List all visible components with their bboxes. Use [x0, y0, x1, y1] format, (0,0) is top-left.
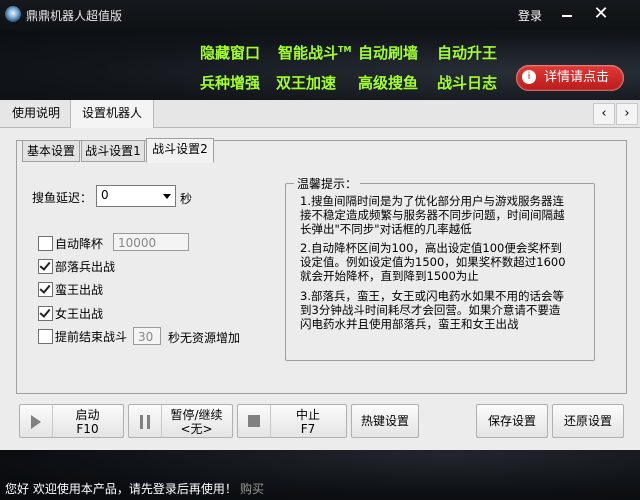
feature-troop-boost[interactable]: 兵种增强: [200, 72, 260, 93]
barbarian-king-checkbox[interactable]: [38, 282, 53, 297]
early-end-checkbox[interactable]: [38, 329, 53, 344]
save-settings-label: 保存设置: [487, 414, 536, 428]
search-delay-unit: 秒: [180, 192, 193, 206]
feature-dual-king-speed[interactable]: 双王加速: [276, 72, 336, 93]
tip-item: 1.搜鱼间隔时间是为了优化部分用户与游戏服务器连接不稳定造成频繁与服务器不同步问…: [300, 194, 565, 236]
tip-item: 3.部落兵，蛮王，女王或闪电药水如果不用的话会等到3分钟战斗时间耗尽才会回营。如…: [300, 289, 564, 331]
stop-label: 中止: [295, 408, 320, 422]
hotkey-settings-label: 热键设置: [360, 414, 409, 428]
main-tab-bar: 使用说明 设置机器人 ‹ ›: [0, 100, 640, 128]
feature-hide-window[interactable]: 隐藏窗口: [200, 42, 260, 63]
early-end-suffix: 秒无资源增加: [168, 331, 241, 345]
stop-button-label: 中止 F7: [270, 408, 346, 436]
status-bar: 您好 欢迎使用本产品，请先登录后再使用！ 购买: [0, 450, 640, 500]
tips-box: 温馨提示： 1.搜鱼间隔时间是为了优化部分用户与游戏服务器连接不稳定造成频繁与服…: [285, 175, 595, 361]
subtab-battle-settings-2[interactable]: 战斗设置2: [146, 138, 214, 163]
minimize-button[interactable]: [556, 4, 578, 24]
window-title: 鼎鼎机器人超值版: [26, 9, 123, 23]
title-bar: 鼎鼎机器人超值版 登录 ✕: [0, 0, 640, 30]
pause-resume-button[interactable]: 暂停/继续 <无>: [128, 404, 233, 438]
pause-label: 暂停/继续: [170, 408, 223, 422]
feature-smart-battle[interactable]: 智能战斗TM: [278, 42, 351, 63]
barbarian-label: 部落兵出战: [55, 260, 116, 274]
tab-usage-instructions[interactable]: 使用说明: [2, 100, 70, 127]
subtab-battle-settings-1[interactable]: 战斗设置1: [81, 140, 145, 162]
save-settings-button[interactable]: 保存设置: [476, 404, 548, 438]
feature-banner: 隐藏窗口 智能战斗TM 自动刷墙 自动升王 兵种增强 双王加速 高级搜鱼 战斗日…: [0, 30, 640, 100]
info-icon: i: [522, 70, 536, 84]
restore-settings-label: 还原设置: [563, 414, 612, 428]
auto-trophy-checkbox[interactable]: [38, 236, 53, 251]
app-logo-icon: [5, 6, 21, 22]
play-icon: [31, 415, 41, 429]
feature-advanced-search[interactable]: 高级搜鱼: [358, 72, 418, 93]
action-buttons-row: 启动 F10 暂停/继续 <无> 中止 F7 热键设置 保存设置 还原设置: [0, 400, 640, 440]
restore-settings-button[interactable]: 还原设置: [552, 404, 624, 438]
pause-icon-wrap: [129, 405, 162, 437]
chevron-down-icon: [163, 194, 171, 199]
trademark-mark: TM: [338, 45, 352, 54]
hotkey-settings-button[interactable]: 热键设置: [351, 404, 419, 438]
main-panel: 使用说明 设置机器人 ‹ › 基本设置 战斗设置1 战斗设置2 搜鱼延迟： 0 …: [0, 100, 640, 450]
tip-item: 2.自动降杯区间为100，高出设定值100便会奖杯到设定值。例如设定值为1500…: [300, 241, 566, 283]
feature-battle-log[interactable]: 战斗日志: [437, 72, 497, 93]
stop-icon: [248, 415, 260, 427]
stop-icon-wrap: [238, 405, 271, 437]
start-button[interactable]: 启动 F10: [19, 404, 124, 438]
barbarian-checkbox[interactable]: [38, 259, 53, 274]
stop-button[interactable]: 中止 F7: [237, 404, 347, 438]
pause-icon: [140, 415, 150, 429]
pause-hotkey: <无>: [180, 422, 213, 436]
details-button[interactable]: i 详情请点击: [516, 65, 624, 91]
tab-scroll-right-button[interactable]: ›: [616, 103, 638, 125]
details-label: 详情请点击: [544, 70, 610, 85]
settings-panel: 基本设置 战斗设置1 战斗设置2 搜鱼延迟： 0 秒 自动降杯 10000 部落…: [16, 138, 627, 394]
auto-trophy-label: 自动降杯: [55, 237, 104, 251]
tips-title: 温馨提示：: [294, 175, 361, 192]
close-button[interactable]: ✕: [590, 4, 612, 24]
start-hotkey: F10: [76, 422, 99, 436]
feature-auto-wall[interactable]: 自动刷墙: [358, 42, 418, 63]
subtab-basic-settings[interactable]: 基本设置: [22, 140, 80, 162]
status-message: 您好 欢迎使用本产品，请先登录后再使用！: [5, 482, 237, 496]
feature-auto-king[interactable]: 自动升王: [437, 42, 497, 63]
start-icon-wrap: [20, 405, 53, 437]
start-label: 启动: [75, 408, 100, 422]
tab-scroll-left-button[interactable]: ‹: [593, 103, 615, 125]
early-end-seconds-input[interactable]: 30: [133, 327, 161, 345]
start-button-label: 启动 F10: [52, 408, 123, 436]
archer-queen-checkbox[interactable]: [38, 306, 53, 321]
search-delay-label: 搜鱼延迟：: [32, 191, 93, 205]
archer-queen-label: 女王出战: [55, 307, 104, 321]
stop-hotkey: F7: [300, 422, 316, 436]
pause-button-label: 暂停/继续 <无>: [161, 408, 232, 436]
feature-smart-battle-label: 智能战斗: [278, 44, 339, 62]
search-delay-select[interactable]: 0: [96, 185, 176, 207]
barbarian-king-label: 蛮王出战: [55, 283, 104, 297]
early-end-label: 提前结束战斗: [55, 330, 128, 344]
login-link[interactable]: 登录: [518, 7, 542, 24]
search-delay-value: 0: [101, 188, 109, 202]
buy-link[interactable]: 购买: [240, 480, 264, 497]
tab-robot-settings[interactable]: 设置机器人: [70, 100, 154, 128]
auto-trophy-input[interactable]: 10000: [113, 233, 189, 251]
